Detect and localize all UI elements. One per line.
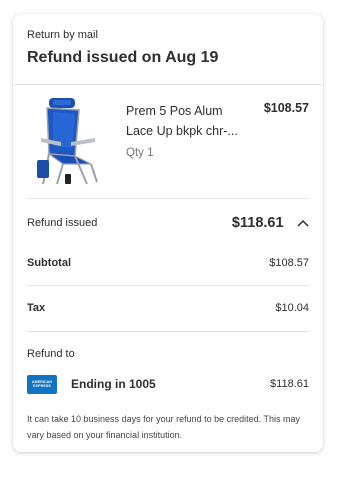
refund-card: Return by mail Refund issued on Aug 19 P… (13, 14, 323, 452)
subtotal-row: Subtotal $108.57 (27, 254, 309, 272)
card-refund-amount: $118.61 (270, 378, 309, 390)
refund-to-row: Refund to (27, 346, 309, 362)
card-ending: Ending in 1005 (71, 377, 156, 391)
product-image[interactable] (35, 98, 103, 188)
subtotal-label: Subtotal (27, 257, 71, 269)
product-name-line2: Lace Up bkpk chr-... (126, 124, 238, 138)
subtotal-value: $108.57 (269, 257, 309, 269)
refund-total: $118.61 (231, 215, 284, 231)
refund-header: Return by mail Refund issued on Aug 19 (27, 29, 309, 67)
tax-value: $10.04 (275, 302, 309, 314)
tax-label: Tax (27, 302, 46, 314)
product-price: $108.57 (263, 101, 309, 115)
refund-issued-row[interactable]: Refund issued $118.61 (27, 212, 309, 234)
header-divider (13, 84, 323, 85)
tax-divider (27, 331, 309, 332)
product-name-line1: Prem 5 Pos Alum (126, 104, 223, 118)
refund-issued-label: Refund issued (27, 217, 98, 229)
subtotal-divider (27, 285, 309, 286)
refund-to-label: Refund to (27, 348, 75, 360)
amex-card-icon: AMERICAN EXPRESS (27, 374, 57, 394)
amex-logo-text-2: EXPRESS (33, 384, 51, 388)
payment-method-row: AMERICAN EXPRESS Ending in 1005 $118.61 (27, 374, 309, 394)
return-method-label: Return by mail (27, 29, 98, 41)
refund-title: Refund issued on Aug 19 (27, 49, 219, 66)
tax-row: Tax $10.04 (27, 299, 309, 317)
chevron-up-icon[interactable] (297, 219, 309, 227)
product-name[interactable]: Prem 5 Pos Alum Lace Up bkpk chr-... (126, 101, 256, 141)
product-divider (27, 198, 309, 199)
product-quantity: Qty 1 (126, 147, 154, 159)
refund-timing-note: It can take 10 business days for your re… (27, 414, 300, 440)
